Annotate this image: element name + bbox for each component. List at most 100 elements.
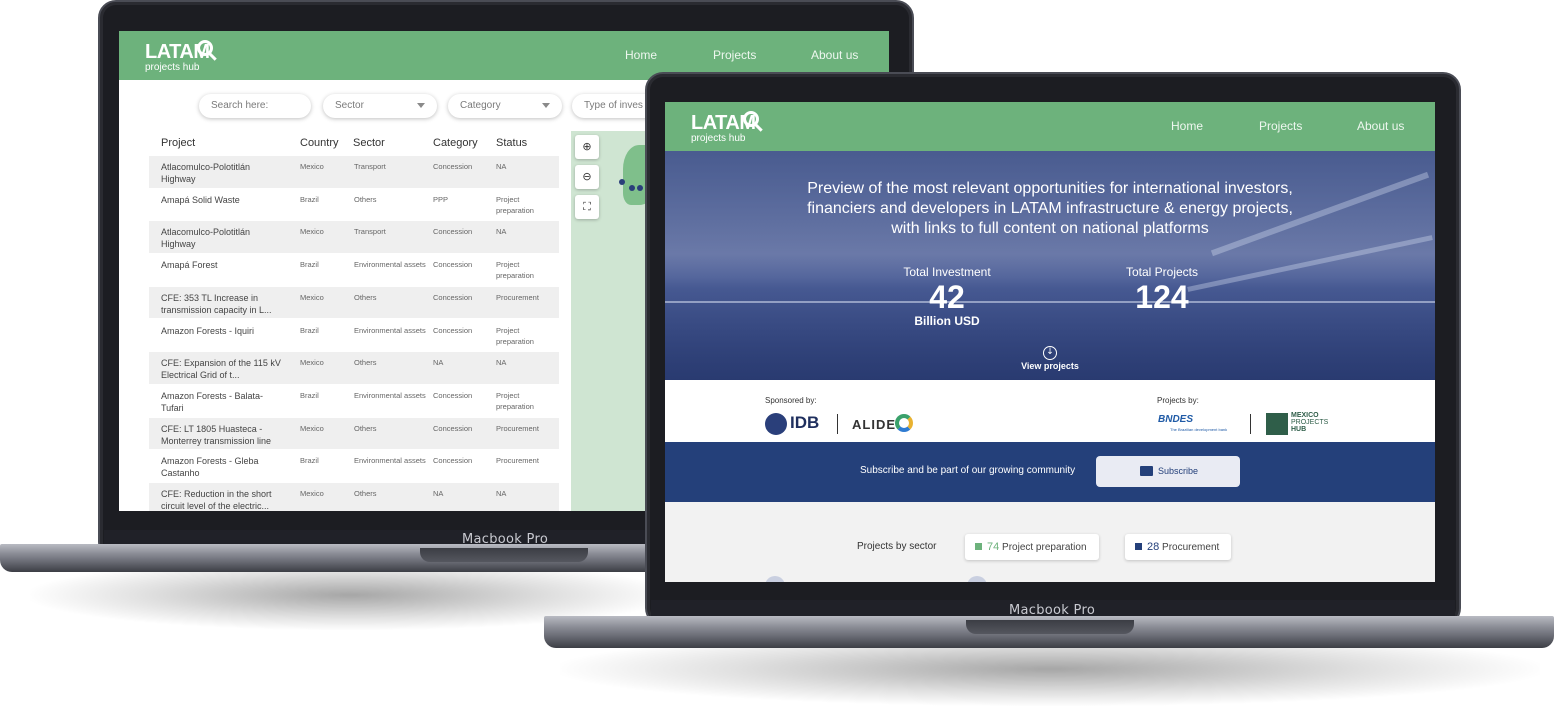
logo-divider [837, 414, 838, 434]
cell-status: Project preparation [496, 194, 534, 215]
left-laptop-notch [420, 548, 588, 562]
cell-project: Amapá Solid Waste [161, 194, 240, 205]
stat-count: 74 [987, 541, 1000, 553]
cell-sector: Others [354, 194, 377, 204]
cell-project: CFE: Expansion of the 115 kV Electrical … [161, 358, 281, 381]
cell-status: NA [496, 227, 507, 237]
cell-sector: Others [354, 489, 377, 498]
table-row[interactable]: Amazon Forests - Gleba Castanho Brazil Env… [149, 450, 559, 482]
col-sector[interactable]: Sector [353, 137, 385, 149]
cell-category: Concession [433, 292, 473, 302]
cell-category: Concession [433, 227, 473, 237]
zoom-in-button[interactable]: ⊕ [575, 135, 599, 159]
idb-logo-text: IDB [790, 413, 820, 432]
fit-view-button[interactable]: ⛶ [575, 195, 599, 219]
cell-sector: Transport [354, 162, 386, 171]
col-country[interactable]: Country [300, 137, 339, 149]
cell-category: NA [433, 358, 444, 368]
table-row[interactable]: Amazon Forests - Iquiri Brazil Environment… [149, 320, 559, 352]
search-input[interactable]: Search here: [199, 94, 311, 118]
nav-about[interactable]: About us [811, 48, 858, 62]
projects-by-label: Projects by: [1157, 396, 1199, 405]
product-mockup-stage: Macbook Pro LATAM projects hub Home Proj… [0, 0, 1554, 706]
nav-about[interactable]: About us [1357, 119, 1404, 133]
map-marker[interactable] [637, 185, 643, 191]
magnifier-icon [197, 40, 213, 56]
nav-projects[interactable]: Projects [1259, 119, 1302, 133]
logo-divider [1250, 414, 1251, 434]
table-row[interactable]: Atlacomulco-Polotitlán Highway Mexico Tran… [149, 156, 559, 188]
table-row[interactable]: Atlacomulco-Polotitlán Highway Mexico Tran… [149, 221, 559, 254]
category-select[interactable]: Category [448, 94, 562, 118]
cell-country: Mexico [300, 358, 324, 368]
legend-square-icon [1135, 543, 1142, 550]
view-projects-link[interactable]: View projects [1000, 361, 1100, 371]
sector-icon [967, 576, 987, 582]
table-row[interactable]: CFE: Expansion of the 115 kV Electrical … [149, 352, 559, 384]
cell-category: Concession [433, 456, 473, 466]
chevron-down-icon [542, 103, 550, 108]
cell-category: Concession [433, 260, 473, 270]
table-row[interactable]: CFE: Reduction in the short circuit leve… [149, 483, 559, 511]
mexico-hub-line3: HUB [1291, 426, 1307, 433]
nav-projects[interactable]: Projects [713, 48, 756, 62]
bndes-tagline: The Brazilian development bank [1170, 427, 1228, 432]
stat-label: Procurement [1162, 542, 1220, 553]
cell-country: Brazil [300, 390, 319, 400]
cell-country: Brazil [300, 260, 319, 270]
cell-country: Mexico [300, 227, 324, 237]
cell-status: NA [496, 358, 507, 368]
col-category[interactable]: Category [433, 137, 478, 149]
cell-status: Project preparation [496, 390, 534, 411]
cell-project: CFE: Reduction in the short circuit leve… [161, 489, 272, 511]
legend-square-icon [975, 543, 982, 550]
cell-sector: Environmental assets [354, 456, 426, 466]
table-row[interactable]: CFE: LT 1805 Huasteca - Monterrey transm… [149, 417, 559, 450]
subscribe-button[interactable]: Subscribe [1096, 456, 1240, 487]
mexico-hub-line1: MEXICO [1291, 412, 1319, 419]
cell-sector: Others [354, 423, 377, 433]
sector-icon [765, 576, 785, 582]
cell-status: Procurement [496, 456, 539, 466]
left-logo[interactable]: LATAM projects hub [145, 40, 213, 73]
right-logo[interactable]: LATAM projects hub [691, 111, 759, 144]
arrow-down-circle-icon[interactable]: ↓ [1043, 346, 1057, 360]
table-row[interactable]: Amazon Forests - Balata-Tufari Brazil Envi… [149, 385, 559, 417]
alide-logo-text: ALIDE [852, 417, 896, 432]
cell-project: CFE: 353 TL Increase in transmission cap… [161, 292, 272, 315]
sector-stats-section: Projects by sector 74 Project preparatio… [665, 502, 1435, 582]
sector-select[interactable]: Sector [323, 94, 437, 118]
stat-card-project-preparation[interactable]: 74 Project preparation [965, 534, 1099, 560]
cell-category: Concession [433, 423, 473, 433]
search-placeholder: Search here: [211, 100, 269, 111]
cell-status: Procurement [496, 423, 539, 433]
mexico-hub-line2: PROJECTS [1291, 419, 1329, 426]
subscribe-button-label: Subscribe [1158, 466, 1199, 476]
cell-status: NA [496, 162, 507, 171]
nav-home[interactable]: Home [1171, 119, 1203, 133]
table-row[interactable]: Amapá Solid Waste Brazil Others PPP Project … [149, 189, 559, 221]
cell-sector: Others [354, 292, 377, 302]
bndes-logo-text: BNDES [1158, 414, 1194, 425]
cell-sector: Transport [354, 227, 386, 237]
stat-card-procurement[interactable]: 28 Procurement [1125, 534, 1231, 560]
sponsors-band: Sponsored by: IDB ALIDE Projects by: BND… [665, 380, 1435, 442]
investment-type-label: Type of inves [584, 100, 643, 111]
cell-project: Atlacomulco-Polotitlán Highway [161, 227, 251, 250]
sponsored-by-label: Sponsored by: [765, 396, 817, 405]
zoom-out-button[interactable]: ⊖ [575, 165, 599, 189]
table-row[interactable]: CFE: 353 TL Increase in transmission cap… [149, 286, 559, 319]
nav-home[interactable]: Home [625, 48, 657, 62]
cell-country: Mexico [300, 489, 324, 498]
cell-category: Concession [433, 162, 473, 171]
table-row[interactable]: Amapá Forest Brazil Environmental assets Co… [149, 254, 559, 286]
map-marker[interactable] [629, 185, 635, 191]
cell-country: Brazil [300, 194, 319, 204]
cell-project: Amapá Forest [161, 260, 218, 271]
mexico-hub-logo-text: MEXICO PROJECTS HUB [1291, 412, 1328, 433]
cell-country: Mexico [300, 292, 324, 302]
col-status[interactable]: Status [496, 137, 527, 149]
map-marker[interactable] [619, 179, 625, 185]
col-project[interactable]: Project [161, 137, 195, 149]
cell-project: Amazon Forests - Gleba Castanho [161, 456, 259, 479]
